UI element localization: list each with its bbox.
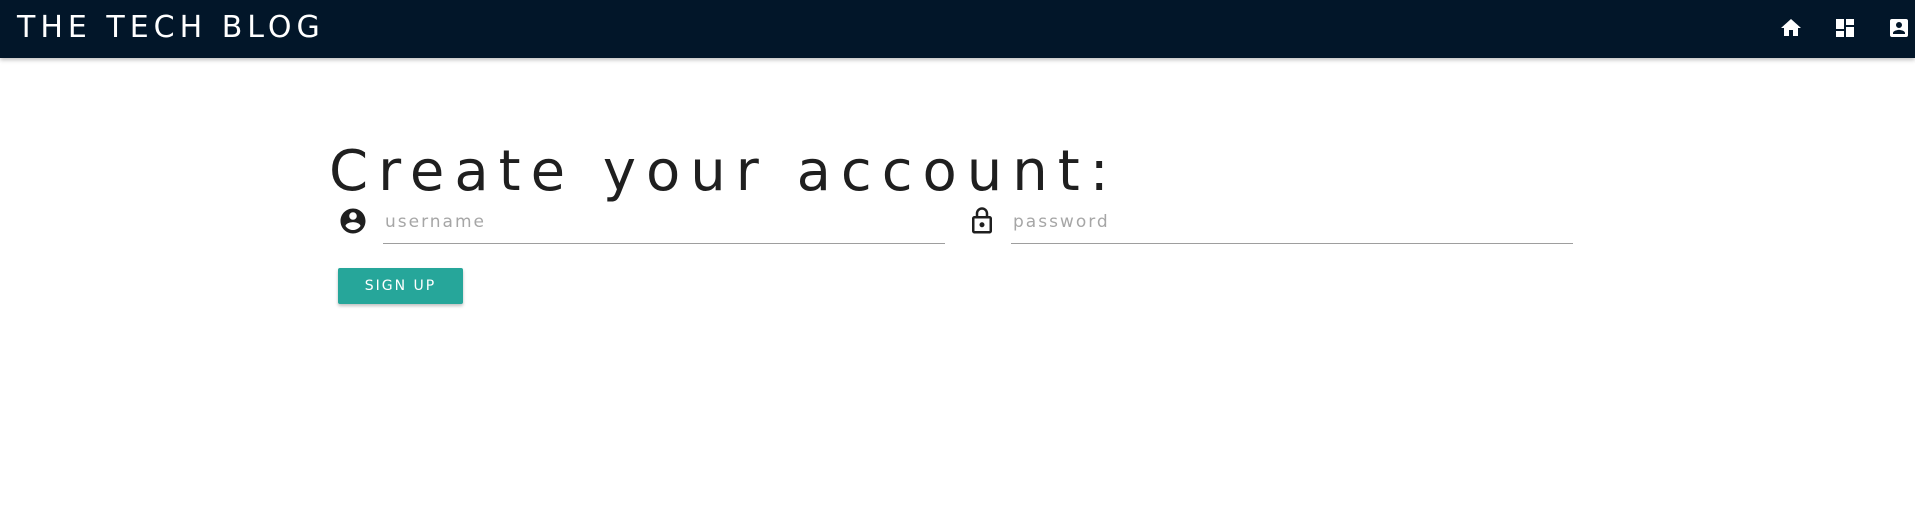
username-field: [338, 200, 945, 246]
password-field: [967, 200, 1573, 246]
lock-icon: [967, 206, 997, 236]
home-icon[interactable]: [1779, 16, 1803, 40]
signup-button[interactable]: SIGN UP: [338, 268, 463, 304]
brand-logo[interactable]: THE TECH BLOG: [17, 8, 325, 48]
navbar: THE TECH BLOG: [0, 0, 1915, 58]
account-box-icon[interactable]: [1887, 16, 1911, 40]
account-circle-icon: [338, 206, 368, 236]
password-input[interactable]: [1011, 200, 1573, 244]
dashboard-icon[interactable]: [1833, 16, 1857, 40]
username-input[interactable]: [383, 200, 945, 244]
page-title: Create your account:: [329, 138, 1119, 204]
